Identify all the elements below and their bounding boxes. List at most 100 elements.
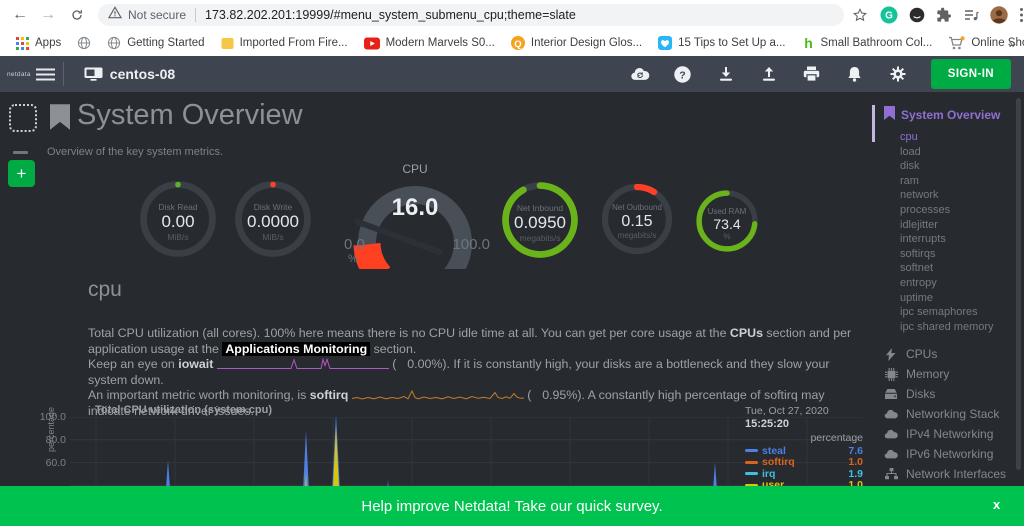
survey-banner-text[interactable]: Help improve Netdata! Take our quick sur… [361, 498, 662, 515]
node-tv-icon [84, 67, 103, 81]
sidebar-item-system-overview[interactable]: System Overview [884, 106, 1020, 123]
legend-row-irq[interactable]: irq1.9 [745, 468, 863, 480]
sidebar-subitem-softirqs[interactable]: softirqs [900, 247, 1020, 262]
sidebar-item-label: CPUs [906, 347, 937, 361]
svg-text:h: h [804, 36, 813, 50]
screen: ← → Not secure 173.82.202.201:19999/#men… [0, 0, 1024, 526]
sidebar-subitem-disk[interactable]: disk [900, 159, 1020, 174]
sidebar-subitem-ipc-shared-memory[interactable]: ipc shared memory [900, 320, 1020, 335]
page-subtitle: Overview of the key system metrics. [47, 146, 223, 158]
profile-avatar-icon[interactable] [990, 6, 1008, 24]
bookmark-item[interactable]: Imported From Fire... [221, 37, 348, 50]
banner-close-icon[interactable]: x [993, 497, 1000, 512]
sidebar-subitem-uptime[interactable]: uptime [900, 291, 1020, 306]
hamburger-menu-icon[interactable] [36, 68, 55, 81]
reading-list-icon[interactable] [963, 7, 979, 23]
sidebar-item-ipv4-networking[interactable]: IPv4 Networking [884, 424, 1020, 444]
bookmark-label: Getting Started [127, 37, 204, 49]
sidebar-item-label: Memory [906, 367, 949, 381]
bookmarks-overflow-chevron[interactable]: » [1009, 36, 1016, 51]
ghostery-icon[interactable] [909, 7, 925, 23]
gauge-unit: MiB/s [231, 232, 315, 242]
gauge-net-inbound[interactable]: Net Inbound0.0950megabits/s [498, 178, 582, 262]
bookmark-item[interactable] [77, 36, 91, 50]
sidebar-subitem-ipc-semaphores[interactable]: ipc semaphores [900, 305, 1020, 320]
gauge-disk-read[interactable]: Disk Read0.00MiB/s [136, 177, 220, 261]
sidebar-item-networking-stack[interactable]: Networking Stack [884, 404, 1020, 424]
applications-monitoring-ref[interactable]: Applications Monitoring [222, 342, 370, 356]
sidebar-subitem-ram[interactable]: ram [900, 174, 1020, 189]
hostname[interactable]: centos-08 [110, 66, 175, 82]
gauge-unit: MiB/s [136, 232, 220, 242]
print-icon[interactable] [802, 66, 822, 82]
url-text: 173.82.202.201:19999/#menu_system_submen… [205, 8, 576, 22]
gauge-disk-write[interactable]: Disk Write0.0000MiB/s [231, 177, 315, 261]
gauge-value: 0.00 [136, 212, 220, 232]
gauge-net-outbound[interactable]: Net Outbound0.15megabits/s [598, 180, 676, 258]
security-label: Not secure [128, 8, 186, 22]
sidebar-item-memory[interactable]: Memory [884, 364, 1020, 384]
legend-value: 1.9 [848, 468, 863, 480]
bookmark-item[interactable]: hSmall Bathroom Col... [802, 36, 933, 50]
sidebar-item-label: Networking Stack [906, 407, 999, 421]
sidebar-item-disks[interactable]: Disks [884, 384, 1020, 404]
bookmark-item[interactable]: Modern Marvels S0... [364, 37, 495, 50]
gauge-value: 73.4 [693, 216, 761, 232]
back-icon[interactable]: ← [12, 7, 28, 23]
sidebar-scrollbar[interactable] [1016, 98, 1021, 470]
gauge-used-ram[interactable]: Used RAM73.4% [693, 187, 761, 255]
sidebar-subitem-processes[interactable]: processes [900, 203, 1020, 218]
bookmark-item[interactable]: Getting Started [107, 36, 204, 50]
legend-date: Tue, Oct 27, 2020 [745, 405, 863, 417]
refresh-icon[interactable] [70, 8, 84, 22]
menu-kebab-icon[interactable] [1019, 7, 1024, 23]
bookmark-item[interactable]: 15 Tips to Set Up a... [658, 36, 785, 50]
chart-title: Total CPU utilization (system.cpu) [95, 404, 272, 416]
sidebar-subitem-softnet[interactable]: softnet [900, 261, 1020, 276]
sidebar-subitem-entropy[interactable]: entropy [900, 276, 1020, 291]
add-node-button[interactable]: + [8, 160, 35, 187]
gauge-cpu[interactable]: CPU16.00.0100.0% [340, 162, 490, 266]
desc-text: An important metric worth monitoring, is [88, 388, 310, 402]
legend-dash [745, 461, 758, 464]
sidebar-subitem-interrupts[interactable]: interrupts [900, 232, 1020, 247]
cloud-icon [884, 429, 898, 439]
header-divider [63, 62, 64, 86]
address-bar[interactable]: Not secure 173.82.202.201:19999/#menu_sy… [98, 4, 844, 26]
upload-icon[interactable] [759, 66, 779, 82]
node-selector-box[interactable] [9, 104, 37, 132]
softirq-value: 0.95% [531, 388, 577, 404]
gauge-unit: % [693, 232, 761, 241]
iowait-value: 0.00% [396, 357, 442, 373]
sidebar-subitem-cpu[interactable]: cpu [900, 130, 1020, 145]
globe-favicon [77, 36, 91, 50]
download-icon[interactable] [716, 66, 736, 82]
gauge-label: Net Outbound [598, 203, 676, 212]
extensions-icon[interactable] [936, 7, 952, 23]
svg-text:?: ? [680, 69, 686, 81]
sidebar-item-network-interfaces[interactable]: Network Interfaces [884, 464, 1020, 484]
gauge-unit: % [348, 253, 358, 265]
grammarly-icon[interactable]: G [880, 6, 898, 24]
settings-icon[interactable] [888, 66, 908, 82]
cloud-sync-icon[interactable] [630, 66, 650, 82]
help-icon[interactable]: ? [673, 66, 693, 83]
sidebar-subitem-network[interactable]: network [900, 188, 1020, 203]
chart-legend: Tue, Oct 27, 2020 15:25:20 percentage st… [745, 405, 863, 491]
legend-row-steal[interactable]: steal7.6 [745, 445, 863, 457]
alarms-icon[interactable] [845, 66, 865, 82]
gauge-value: 0.0000 [231, 212, 315, 232]
sign-in-button[interactable]: SIGN-IN [931, 59, 1011, 89]
bookmark-star-icon[interactable] [852, 7, 868, 23]
sidebar-item-ipv6-networking[interactable]: IPv6 Networking [884, 444, 1020, 464]
survey-banner[interactable]: Help improve Netdata! Take our quick sur… [0, 486, 1024, 526]
sidebar-subitem-idlejitter[interactable]: idlejitter [900, 218, 1020, 233]
bookmark-item[interactable]: Apps [16, 37, 61, 50]
legend-value: 1.0 [848, 456, 863, 468]
forward-icon[interactable]: → [40, 7, 56, 23]
sidebar-item-cpus[interactable]: CPUs [884, 344, 1020, 364]
sidebar-subitem-load[interactable]: load [900, 145, 1020, 160]
legend-row-softirq[interactable]: softirq1.0 [745, 457, 863, 469]
bookmark-item[interactable]: QInterior Design Glos... [511, 36, 642, 50]
chart-ytick: 80.0 [30, 434, 66, 446]
